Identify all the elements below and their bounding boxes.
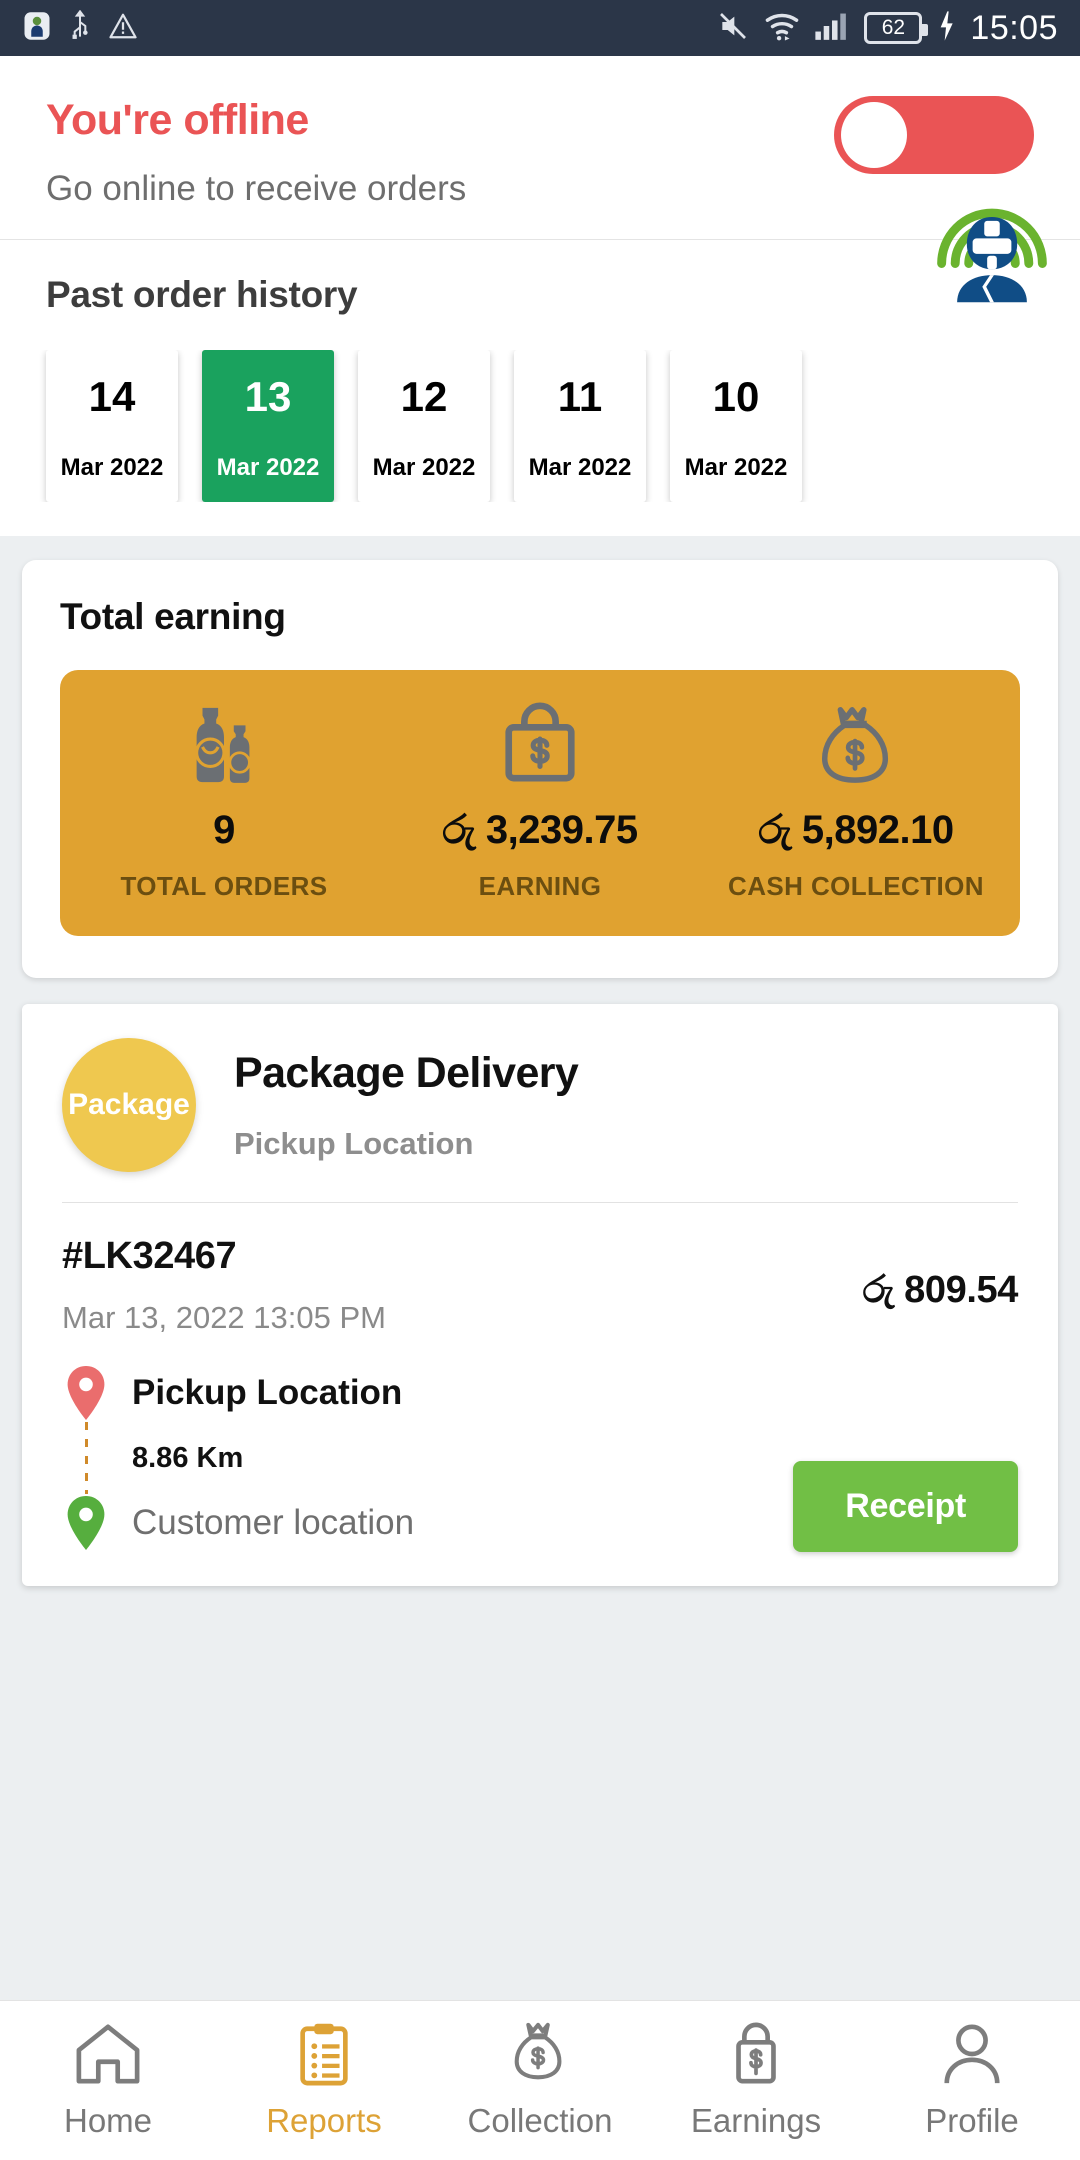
wifi-icon [764,10,800,47]
order-id-block: #LK32467 Mar 13, 2022 13:05 PM [62,1235,386,1336]
nav-label-home: Home [63,2102,153,2139]
pickup-pin-icon [62,1366,110,1420]
money-bag-icon [505,2021,575,2092]
app-screen: 62 15:05 You're offline Go online to rec… [0,0,1080,2160]
earning-label: EARNING [478,871,602,901]
online-status-subtitle: Go online to receive orders [46,169,467,208]
order-id: #LK32467 [62,1235,237,1277]
order-header-text: Package Delivery Pickup Location [234,1048,579,1162]
person-icon [937,2021,1007,2092]
stat-total-orders: 9 TOTAL ORDERS [66,700,382,902]
date-card[interactable]: 10 Mar 2022 [670,350,802,502]
total-orders-label: TOTAL ORDERS [120,871,328,901]
bottom-navigation: Home Reports Collection Earnings Profile [0,2000,1080,2160]
toggle-knob [841,102,907,168]
home-icon [73,2021,143,2092]
charging-bolt-icon [936,10,956,47]
date-day: 12 [400,373,448,420]
cash-collection-label: CASH COLLECTION [728,871,984,901]
order-datetime: Mar 13, 2022 13:05 PM [62,1300,386,1335]
pickup-row: Pickup Location [62,1366,1018,1420]
date-day: 11 [557,373,603,420]
clipboard-icon [289,2021,359,2092]
pickup-location-label: Pickup Location [132,1373,403,1412]
past-order-history-title: Past order history [46,274,358,315]
date-selector[interactable]: 14 Mar 2022 13 Mar 2022 12 Mar 2022 11 M… [0,350,1080,502]
money-bag-icon [810,700,902,786]
battery-icon: 62 [864,12,929,44]
receipt-button[interactable]: Receipt [793,1461,1018,1552]
date-day: 14 [88,373,136,420]
stat-earning: රු 3,239.75 EARNING [382,700,698,902]
total-earning-card: Total earning 9 TOTAL ORDERS රු 3,239.75… [22,560,1058,978]
bottles-icon [176,700,272,786]
order-kind: Package Delivery [234,1048,579,1097]
usb-icon [70,9,90,47]
stat-cash-collection: රු 5,892.10 CASH COLLECTION [698,700,1014,902]
status-bar: 62 15:05 [0,0,1080,56]
date-day: 10 [712,373,760,420]
battery-level: 62 [881,16,906,39]
nav-label-earnings: Earnings [690,2102,822,2139]
online-status-header: You're offline Go online to receive orde… [0,56,1080,240]
date-month-year: Mar 2022 [372,454,476,481]
shopping-bag-dollar-icon [721,2021,791,2092]
customer-pin-icon [62,1496,110,1550]
date-card-selected[interactable]: 13 Mar 2022 [202,350,334,502]
date-month-year: Mar 2022 [528,454,632,481]
date-day: 13 [244,373,292,420]
date-card[interactable]: 14 Mar 2022 [46,350,178,502]
android-robot-icon [22,10,52,47]
order-details: #LK32467 Mar 13, 2022 13:05 PM රු 809.54 [22,1203,1058,1346]
distance-value: 8.86 Km [132,1441,244,1474]
total-earning-title: Total earning [60,596,286,637]
cash-collection-value: රු 5,892.10 [758,808,954,852]
nav-item-collection[interactable]: Collection [432,2021,648,2140]
rider-support-icon[interactable] [930,186,1054,310]
past-order-history-section: Past order history 14 Mar 2022 13 Mar 20… [0,240,1080,536]
date-card[interactable]: 12 Mar 2022 [358,350,490,502]
nav-item-reports[interactable]: Reports [216,2021,432,2140]
earning-stats-box: 9 TOTAL ORDERS රු 3,239.75 EARNING රු 5,… [60,670,1020,936]
shopping-bag-dollar-icon [494,700,586,786]
date-month-year: Mar 2022 [216,454,320,481]
date-month-year: Mar 2022 [60,454,164,481]
earning-value: රු 3,239.75 [442,808,638,852]
nav-item-home[interactable]: Home [0,2021,216,2140]
order-route: Pickup Location 8.86 Km Customer locatio… [22,1346,1058,1586]
route-dashed-line [62,1422,110,1494]
nav-item-earnings[interactable]: Earnings [648,2021,864,2140]
date-card[interactable]: 11 Mar 2022 [514,350,646,502]
status-bar-left-icons [22,9,138,47]
nav-label-profile: Profile [925,2102,1019,2139]
nav-item-profile[interactable]: Profile [864,2021,1080,2140]
order-header: Package Package Delivery Pickup Location [22,1004,1058,1202]
nav-label-collection: Collection [467,2102,613,2139]
total-orders-value: 9 [213,808,235,852]
customer-location-label: Customer location [132,1503,415,1542]
package-badge: Package [62,1038,196,1172]
order-price: රු 809.54 [862,1269,1019,1311]
order-card[interactable]: Package Package Delivery Pickup Location… [22,1004,1058,1586]
signal-icon [814,10,850,47]
warning-icon [108,12,138,45]
date-month-year: Mar 2022 [684,454,788,481]
mute-icon [716,10,750,47]
status-bar-right-icons: 62 15:05 [716,9,1058,48]
online-toggle[interactable] [834,96,1034,174]
order-subtitle: Pickup Location [234,1125,474,1161]
nav-label-reports: Reports [266,2102,382,2139]
clock: 15:05 [970,8,1058,47]
